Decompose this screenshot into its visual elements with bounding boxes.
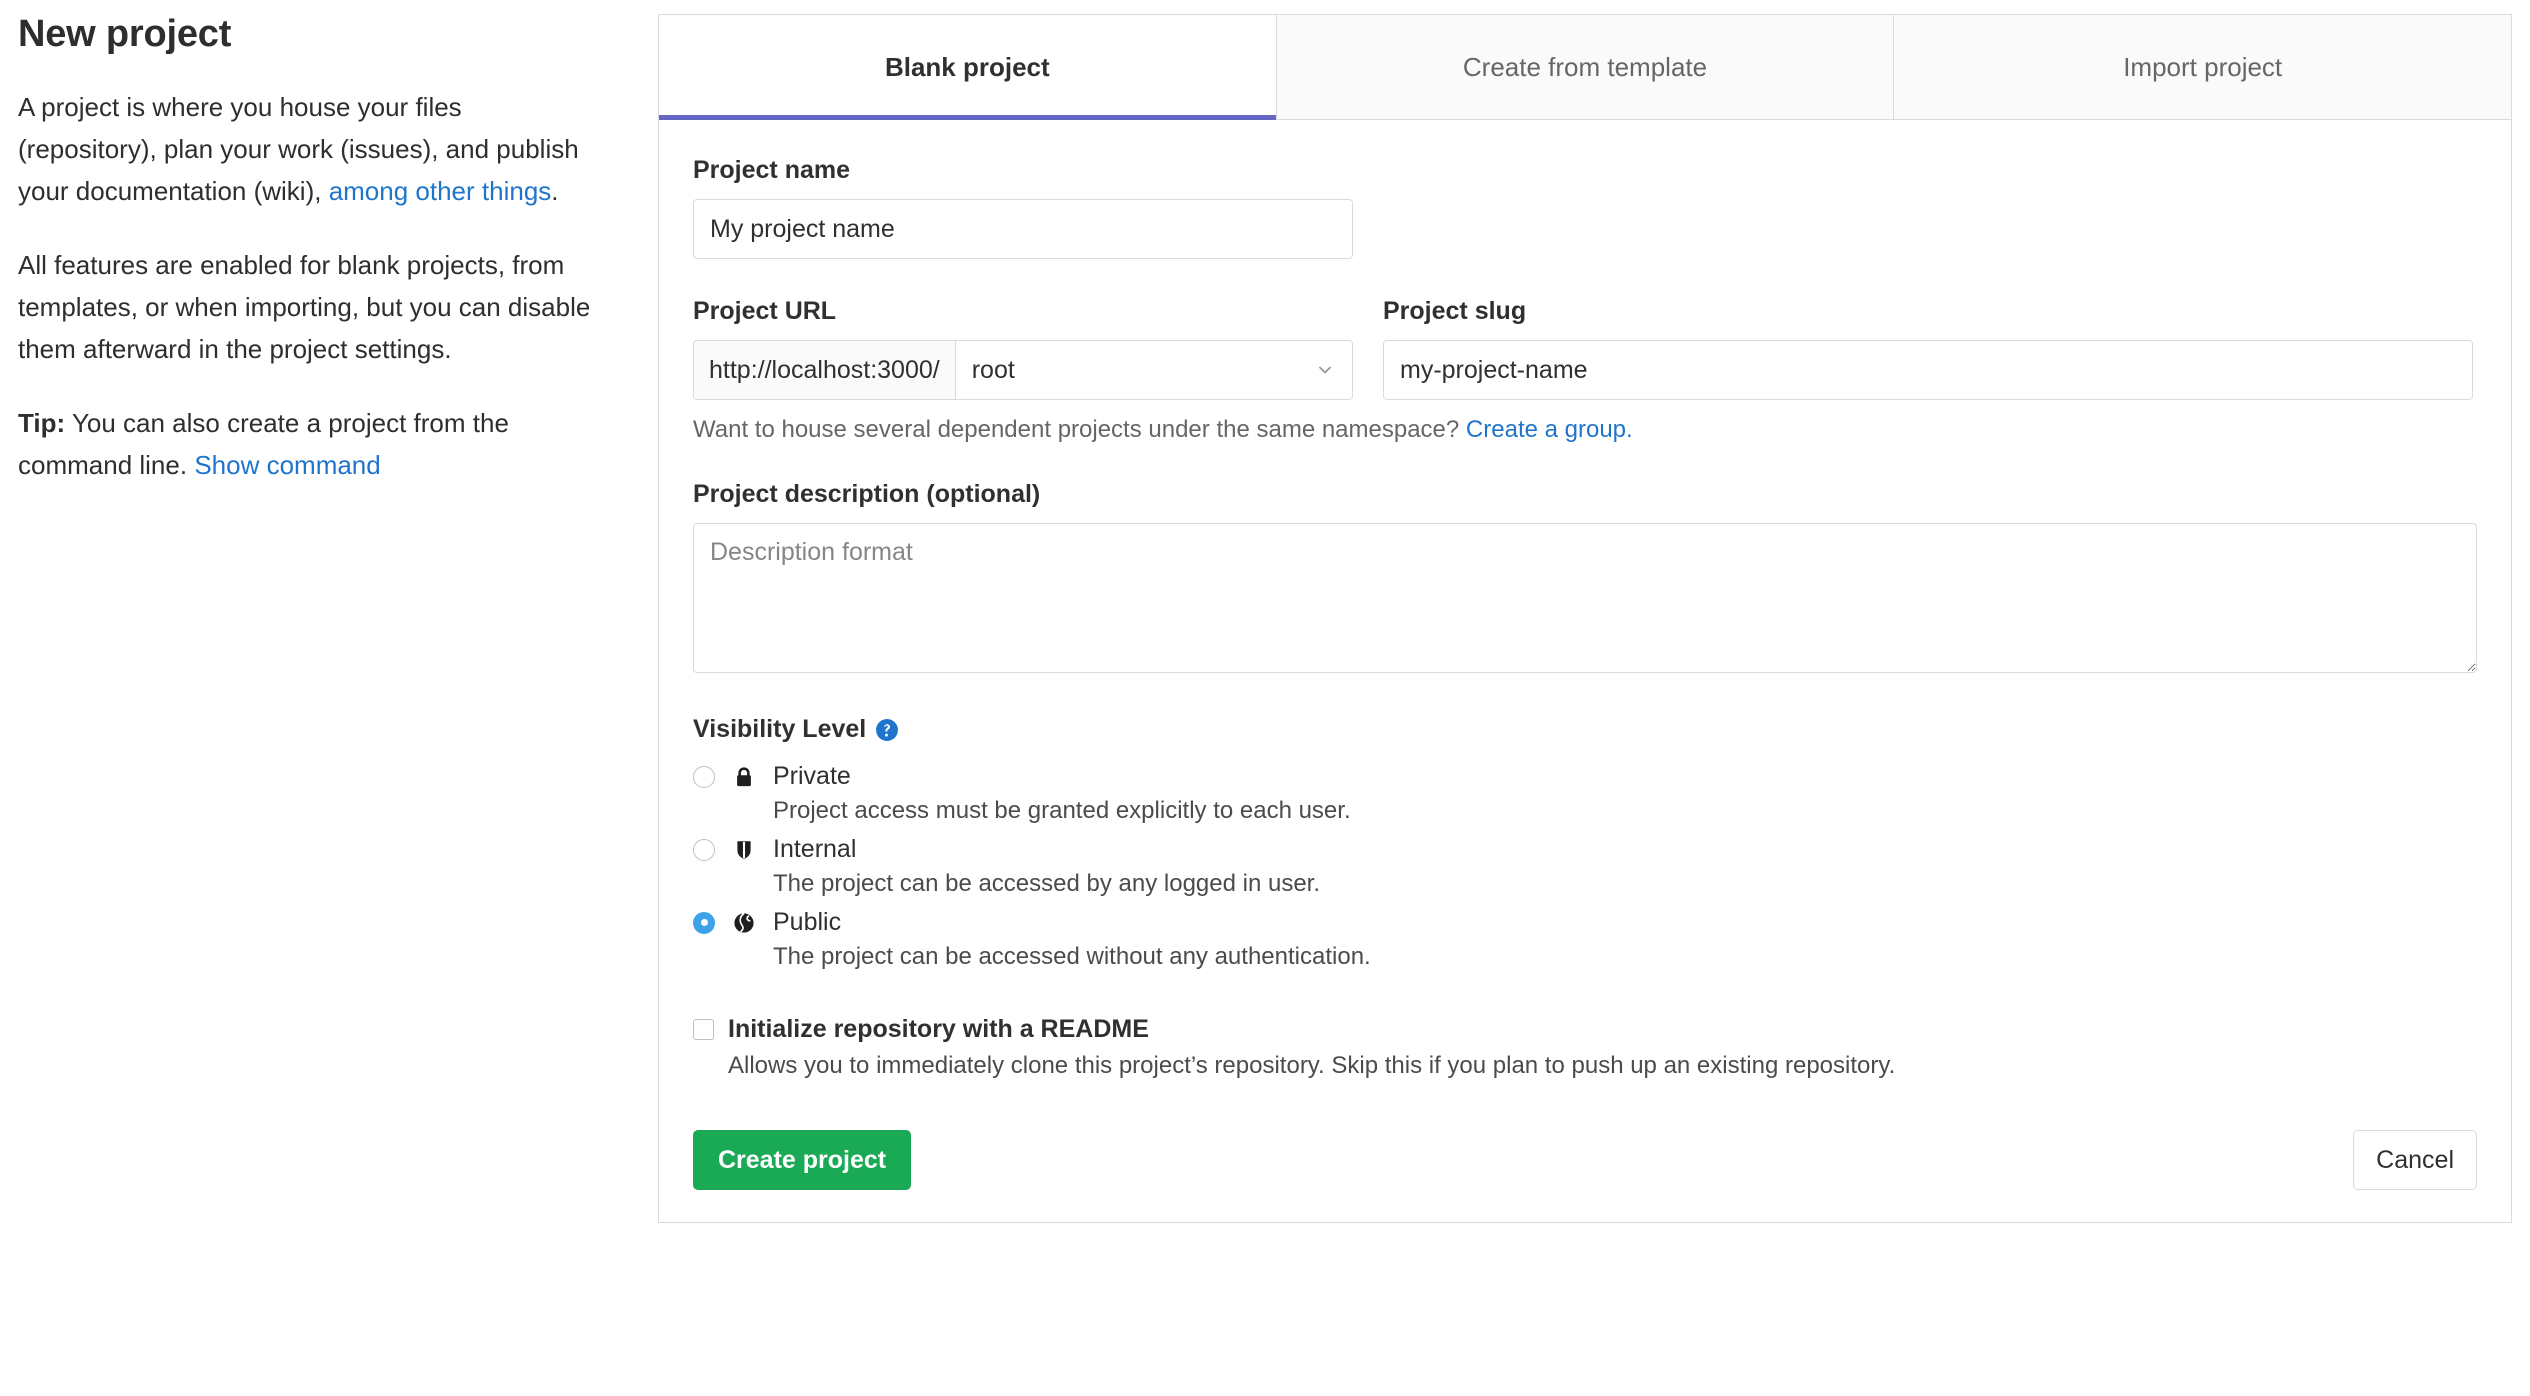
visibility-option-internal[interactable]: Internal The project can be accessed by … xyxy=(693,835,2477,898)
project-type-tabs: Blank project Create from template Impor… xyxy=(659,15,2511,120)
chevron-down-icon xyxy=(1316,361,1334,379)
create-project-button[interactable]: Create project xyxy=(693,1130,911,1190)
project-url-input-group: http://localhost:3000/ root xyxy=(693,340,1353,400)
new-project-card: Blank project Create from template Impor… xyxy=(658,14,2512,1223)
visibility-option-private-name: Private xyxy=(773,762,851,791)
project-slug-field-group: Project slug xyxy=(1383,297,2473,400)
project-url-field-group: Project URL http://localhost:3000/ root xyxy=(693,297,1353,400)
project-url-label: Project URL xyxy=(693,297,1353,326)
page-description-sidebar: New project A project is where you house… xyxy=(0,0,658,486)
project-url-prefix: http://localhost:3000/ xyxy=(694,341,956,399)
visibility-option-private[interactable]: Private Project access must be granted e… xyxy=(693,762,2477,825)
tip-label: Tip: xyxy=(18,408,65,438)
form-actions: Create project Cancel xyxy=(693,1130,2477,1190)
project-description-field-group: Project description (optional) xyxy=(693,480,2477,673)
tab-blank-project[interactable]: Blank project xyxy=(659,15,1277,119)
new-project-page: New project A project is where you house… xyxy=(0,0,2530,1396)
namespace-help-text: Want to house several dependent projects… xyxy=(693,416,2477,444)
initialize-readme-group: Initialize repository with a README Allo… xyxy=(693,1015,2477,1080)
project-slug-label: Project slug xyxy=(1383,297,2473,326)
namespace-select[interactable]: root xyxy=(956,341,1352,399)
question-circle-icon[interactable] xyxy=(875,718,899,742)
globe-icon xyxy=(731,910,757,936)
visibility-option-internal-description: The project can be accessed by any logge… xyxy=(773,870,2477,898)
new-project-form: Project name Project URL http://localhos… xyxy=(659,120,2511,1222)
tip-paragraph: Tip: You can also create a project from … xyxy=(18,402,598,486)
visibility-level-label: Visibility Level xyxy=(693,715,866,744)
project-name-input[interactable] xyxy=(693,199,1353,259)
tab-create-from-template[interactable]: Create from template xyxy=(1277,15,1895,119)
checkbox-initialize-readme[interactable] xyxy=(693,1019,714,1040)
project-description-label: Project description (optional) xyxy=(693,480,2477,509)
tab-import-project-label: Import project xyxy=(2123,52,2282,83)
tab-import-project[interactable]: Import project xyxy=(1894,15,2511,119)
visibility-option-public-description: The project can be accessed without any … xyxy=(773,943,2477,971)
show-command-link[interactable]: Show command xyxy=(194,450,380,480)
radio-private[interactable] xyxy=(693,766,715,788)
initialize-readme-description: Allows you to immediately clone this pro… xyxy=(728,1052,2477,1080)
visibility-level-heading: Visibility Level xyxy=(693,715,2477,744)
create-a-group-link[interactable]: Create a group. xyxy=(1466,416,1633,443)
lock-icon xyxy=(731,764,757,790)
tab-create-from-template-label: Create from template xyxy=(1463,52,1707,83)
intro-text-after-link: . xyxy=(551,176,558,206)
page-title: New project xyxy=(18,14,598,56)
visibility-option-private-line: Private xyxy=(693,762,2477,791)
project-slug-input[interactable] xyxy=(1383,340,2473,400)
visibility-option-public-line: Public xyxy=(693,908,2477,937)
visibility-option-private-description: Project access must be granted explicitl… xyxy=(773,797,2477,825)
namespace-help-label: Want to house several dependent projects… xyxy=(693,416,1466,443)
tab-blank-project-label: Blank project xyxy=(885,52,1050,83)
initialize-readme-label: Initialize repository with a README xyxy=(728,1015,1149,1044)
initialize-readme-line: Initialize repository with a README xyxy=(693,1015,2477,1044)
intro-paragraph-1: A project is where you house your files … xyxy=(18,86,598,212)
radio-public[interactable] xyxy=(693,912,715,934)
project-description-textarea[interactable] xyxy=(693,523,2477,673)
project-name-label: Project name xyxy=(693,156,1353,185)
visibility-option-public[interactable]: Public The project can be accessed witho… xyxy=(693,908,2477,971)
visibility-option-internal-name: Internal xyxy=(773,835,856,864)
cancel-button[interactable]: Cancel xyxy=(2353,1130,2477,1190)
namespace-select-value: root xyxy=(956,356,1031,385)
radio-internal[interactable] xyxy=(693,839,715,861)
project-name-field-group: Project name xyxy=(693,156,1353,259)
visibility-option-internal-line: Internal xyxy=(693,835,2477,864)
project-url-row: Project URL http://localhost:3000/ root xyxy=(693,297,2477,400)
among-other-things-link[interactable]: among other things xyxy=(329,176,552,206)
shield-icon xyxy=(731,837,757,863)
intro-paragraph-2: All features are enabled for blank proje… xyxy=(18,244,598,370)
visibility-option-public-name: Public xyxy=(773,908,841,937)
